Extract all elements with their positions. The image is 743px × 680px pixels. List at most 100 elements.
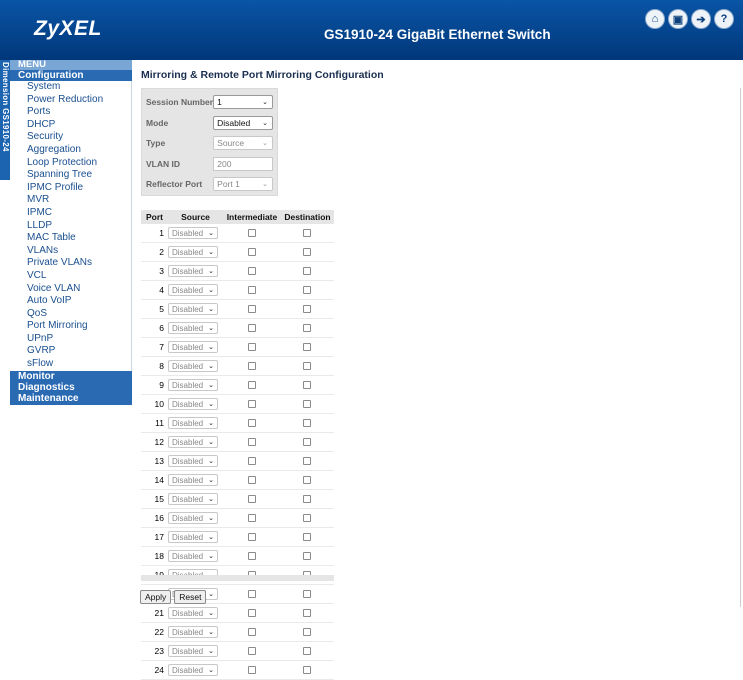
sidebar-item[interactable]: Loop Protection [10, 157, 131, 170]
intermediate-checkbox[interactable] [247, 228, 256, 237]
sidebar-item[interactable]: IPMC [10, 207, 131, 220]
source-select[interactable]: Disabled⌄ [168, 626, 218, 638]
destination-checkbox[interactable] [303, 380, 312, 389]
destination-checkbox[interactable] [303, 247, 312, 256]
apply-button[interactable]: Apply [140, 590, 172, 604]
destination-checkbox[interactable] [303, 228, 312, 237]
sidebar-item[interactable]: DHCP [10, 119, 131, 132]
intermediate-checkbox[interactable] [247, 608, 256, 617]
source-select[interactable]: Disabled⌄ [168, 246, 218, 258]
home-icon[interactable]: ⌂ [645, 9, 665, 29]
sidebar-item[interactable]: LLDP [10, 220, 131, 233]
sidebar-item[interactable]: IPMC Profile [10, 182, 131, 195]
intermediate-checkbox[interactable] [247, 456, 256, 465]
source-select[interactable]: Disabled⌄ [168, 531, 218, 543]
menu-section-diagnostics[interactable]: Diagnostics [10, 381, 132, 393]
intermediate-checkbox[interactable] [247, 247, 256, 256]
sidebar-item[interactable]: UPnP [10, 333, 131, 346]
source-select[interactable]: Disabled⌄ [168, 341, 218, 353]
intermediate-checkbox[interactable] [247, 589, 256, 598]
sidebar-item[interactable]: Ports [10, 106, 131, 119]
destination-checkbox[interactable] [303, 342, 312, 351]
sidebar-item[interactable]: Spanning Tree [10, 169, 131, 182]
destination-checkbox[interactable] [303, 418, 312, 427]
destination-checkbox[interactable] [303, 285, 312, 294]
intermediate-checkbox[interactable] [247, 532, 256, 541]
intermediate-checkbox[interactable] [247, 665, 256, 674]
destination-checkbox[interactable] [303, 589, 312, 598]
destination-checkbox[interactable] [303, 627, 312, 636]
menu-section-monitor[interactable]: Monitor [10, 370, 132, 382]
source-select[interactable]: Disabled⌄ [168, 303, 218, 315]
mode-select[interactable]: Disabled ⌄ [213, 115, 273, 130]
logout-icon[interactable]: ➔ [691, 9, 711, 29]
sidebar-item[interactable]: Security [10, 131, 131, 144]
intermediate-checkbox[interactable] [247, 494, 256, 503]
destination-checkbox[interactable] [303, 551, 312, 560]
menu-section-configuration[interactable]: Configuration [10, 70, 132, 81]
intermediate-checkbox[interactable] [247, 285, 256, 294]
destination-checkbox[interactable] [303, 475, 312, 484]
source-select[interactable]: Disabled⌄ [168, 227, 218, 239]
reflector-port-select[interactable]: Port 1 ⌄ [213, 177, 273, 192]
source-select[interactable]: Disabled⌄ [168, 417, 218, 429]
sidebar-item[interactable]: Auto VoIP [10, 295, 131, 308]
source-select[interactable]: Disabled⌄ [168, 664, 218, 676]
menu-section-maintenance[interactable]: Maintenance [10, 392, 132, 405]
sidebar-item[interactable]: Private VLANs [10, 257, 131, 270]
intermediate-checkbox[interactable] [247, 627, 256, 636]
source-select[interactable]: Disabled⌄ [168, 645, 218, 657]
intermediate-checkbox[interactable] [247, 399, 256, 408]
destination-checkbox[interactable] [303, 608, 312, 617]
type-select[interactable]: Source ⌄ [213, 136, 273, 151]
source-select[interactable]: Disabled⌄ [168, 284, 218, 296]
intermediate-checkbox[interactable] [247, 266, 256, 275]
intermediate-checkbox[interactable] [247, 380, 256, 389]
sidebar-item[interactable]: Aggregation [10, 144, 131, 157]
destination-checkbox[interactable] [303, 304, 312, 313]
sidebar-item[interactable]: VCL [10, 270, 131, 283]
destination-checkbox[interactable] [303, 665, 312, 674]
sidebar-item[interactable]: System [10, 81, 131, 94]
intermediate-checkbox[interactable] [247, 342, 256, 351]
vlan-id-input[interactable]: 200 [213, 156, 273, 171]
sidebar-item[interactable]: Voice VLAN [10, 283, 131, 296]
intermediate-checkbox[interactable] [247, 418, 256, 427]
source-select[interactable]: Disabled⌄ [168, 512, 218, 524]
destination-checkbox[interactable] [303, 646, 312, 655]
sidebar-item[interactable]: GVRP [10, 345, 131, 358]
source-select[interactable]: Disabled⌄ [168, 398, 218, 410]
destination-checkbox[interactable] [303, 513, 312, 522]
help-icon[interactable]: ? [714, 9, 734, 29]
intermediate-checkbox[interactable] [247, 646, 256, 655]
destination-checkbox[interactable] [303, 266, 312, 275]
destination-checkbox[interactable] [303, 494, 312, 503]
intermediate-checkbox[interactable] [247, 513, 256, 522]
intermediate-checkbox[interactable] [247, 304, 256, 313]
destination-checkbox[interactable] [303, 437, 312, 446]
source-select[interactable]: Disabled⌄ [168, 360, 218, 372]
source-select[interactable]: Disabled⌄ [168, 550, 218, 562]
sidebar-item[interactable]: VLANs [10, 245, 131, 258]
destination-checkbox[interactable] [303, 361, 312, 370]
source-select[interactable]: Disabled⌄ [168, 474, 218, 486]
intermediate-checkbox[interactable] [247, 551, 256, 560]
sidebar-item[interactable]: sFlow [10, 358, 131, 371]
destination-checkbox[interactable] [303, 399, 312, 408]
sidebar-item[interactable]: MVR [10, 194, 131, 207]
intermediate-checkbox[interactable] [247, 361, 256, 370]
intermediate-checkbox[interactable] [247, 323, 256, 332]
save-icon[interactable]: ▣ [668, 9, 688, 29]
destination-checkbox[interactable] [303, 532, 312, 541]
destination-checkbox[interactable] [303, 323, 312, 332]
intermediate-checkbox[interactable] [247, 437, 256, 446]
session-number-select[interactable]: 1 ⌄ [213, 95, 273, 110]
source-select[interactable]: Disabled⌄ [168, 436, 218, 448]
sidebar-item[interactable]: Power Reduction [10, 94, 131, 107]
source-select[interactable]: Disabled⌄ [168, 493, 218, 505]
source-select[interactable]: Disabled⌄ [168, 607, 218, 619]
sidebar-item[interactable]: MAC Table [10, 232, 131, 245]
source-select[interactable]: Disabled⌄ [168, 322, 218, 334]
source-select[interactable]: Disabled⌄ [168, 265, 218, 277]
source-select[interactable]: Disabled⌄ [168, 379, 218, 391]
